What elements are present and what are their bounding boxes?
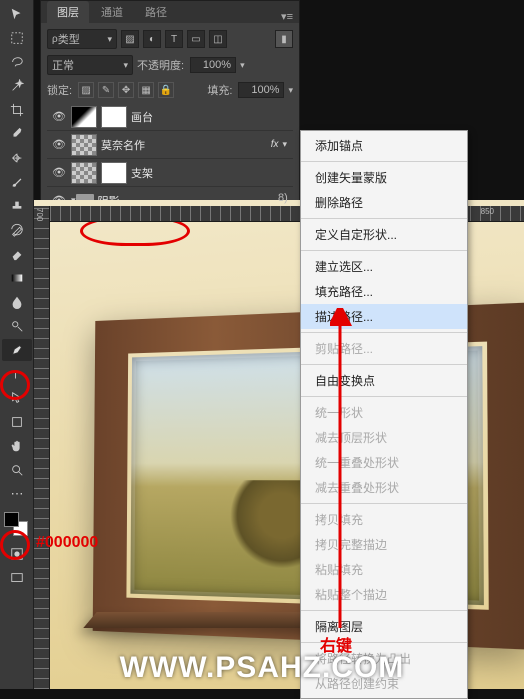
wand-tool[interactable] bbox=[2, 75, 32, 97]
ctx-create-vector-mask[interactable]: 创建矢量蒙版 bbox=[301, 165, 467, 190]
ctx-paste-stroke: 粘贴整个描边 bbox=[301, 582, 467, 607]
blend-mode-value: 正常 bbox=[52, 57, 74, 73]
ctx-sub-top-shape: 减去顶层形状 bbox=[301, 425, 467, 450]
shape-tool[interactable] bbox=[2, 411, 32, 433]
screen-mode[interactable] bbox=[2, 567, 32, 589]
layer-name: 支架 bbox=[131, 165, 287, 181]
layer-mask-thumb bbox=[101, 106, 127, 128]
fill-label: 填充: bbox=[207, 82, 232, 98]
ctx-copy-fill: 拷贝填充 bbox=[301, 507, 467, 532]
layer-row[interactable]: 👁 画台 bbox=[47, 103, 293, 131]
ruler-v-num: 700 bbox=[35, 208, 44, 221]
filter-pixel-icon[interactable]: ▨ bbox=[121, 30, 139, 48]
eyedropper-tool[interactable] bbox=[2, 123, 32, 145]
watermark: WWW.PSAHZ.COM bbox=[0, 651, 524, 685]
layer-thumb bbox=[71, 106, 97, 128]
visibility-icon[interactable]: 👁 bbox=[47, 138, 71, 151]
eraser-tool[interactable] bbox=[2, 243, 32, 265]
svg-text:T: T bbox=[13, 370, 19, 381]
blur-tool[interactable] bbox=[2, 291, 32, 313]
fx-expand-icon[interactable]: ▾ bbox=[282, 139, 287, 150]
ctx-unify-overlap: 统一重叠处形状 bbox=[301, 450, 467, 475]
hand-tool[interactable] bbox=[2, 435, 32, 457]
lock-pos-icon[interactable]: ✥ bbox=[118, 82, 134, 98]
brush-tool[interactable] bbox=[2, 171, 32, 193]
visibility-icon[interactable]: 👁 bbox=[47, 110, 71, 123]
stamp-tool[interactable] bbox=[2, 195, 32, 217]
tab-channels[interactable]: 通道 bbox=[91, 1, 133, 23]
history-brush-tool[interactable] bbox=[2, 219, 32, 241]
dodge-tool[interactable] bbox=[2, 315, 32, 337]
ctx-paste-fill: 粘贴填充 bbox=[301, 557, 467, 582]
lasso-tool[interactable] bbox=[2, 51, 32, 73]
ctx-fill-path[interactable]: 填充路径... bbox=[301, 279, 467, 304]
filter-adjust-icon[interactable]: ◐ bbox=[143, 30, 161, 48]
pen-tool[interactable] bbox=[2, 339, 32, 361]
ctx-free-transform[interactable]: 自由变换点 bbox=[301, 368, 467, 393]
tab-layers[interactable]: 图层 bbox=[47, 1, 89, 23]
zoom-tool[interactable] bbox=[2, 459, 32, 481]
anno-hex: #000000 bbox=[36, 534, 98, 552]
ctx-delete-path[interactable]: 删除路径 bbox=[301, 190, 467, 215]
ruler-vertical[interactable]: 700 bbox=[34, 206, 50, 689]
filter-text-icon[interactable]: T bbox=[165, 30, 183, 48]
ctx-clip-path: 剪贴路径... bbox=[301, 336, 467, 361]
layer-name: 画台 bbox=[131, 109, 287, 125]
layer-filter-type[interactable]: ρ 类型▾ bbox=[47, 29, 117, 49]
ctx-copy-stroke: 拷贝完整描边 bbox=[301, 532, 467, 557]
layer-mask-thumb bbox=[101, 162, 127, 184]
doc-tab-fragment: 8) bbox=[278, 192, 288, 204]
heal-tool[interactable] bbox=[2, 147, 32, 169]
move-tool[interactable] bbox=[2, 3, 32, 25]
marquee-tool[interactable] bbox=[2, 27, 32, 49]
lock-trans-icon[interactable]: ▨ bbox=[78, 82, 94, 98]
layer-row[interactable]: 👁 支架 bbox=[47, 159, 293, 187]
lock-artboard-icon[interactable]: ▦ bbox=[138, 82, 154, 98]
filter-toggle[interactable]: ▮ bbox=[275, 30, 293, 48]
ctx-sub-overlap: 减去重叠处形状 bbox=[301, 475, 467, 500]
quick-mask[interactable] bbox=[2, 543, 32, 565]
fill-input[interactable]: 100% bbox=[238, 82, 284, 98]
tool-palette: T ⋯ bbox=[0, 0, 34, 689]
visibility-icon[interactable]: 👁 bbox=[47, 166, 71, 179]
layer-row[interactable]: 👁 莫奈名作fx▾ bbox=[47, 131, 293, 159]
filter-label: 类型 bbox=[58, 31, 80, 47]
ruler-h-num: 850 bbox=[481, 207, 494, 216]
ctx-custom-shape[interactable]: 定义自定形状... bbox=[301, 222, 467, 247]
ctx-unify-shape: 统一形状 bbox=[301, 400, 467, 425]
lock-paint-icon[interactable]: ✎ bbox=[98, 82, 114, 98]
type-tool[interactable]: T bbox=[2, 363, 32, 385]
ctx-make-selection[interactable]: 建立选区... bbox=[301, 254, 467, 279]
filter-shape-icon[interactable]: ▭ bbox=[187, 30, 205, 48]
layer-thumb bbox=[71, 134, 97, 156]
color-swatch[interactable] bbox=[4, 512, 28, 536]
filter-smart-icon[interactable]: ◫ bbox=[209, 30, 227, 48]
layer-thumb bbox=[71, 162, 97, 184]
edit-toolbar[interactable]: ⋯ bbox=[2, 483, 32, 505]
fx-badge[interactable]: fx bbox=[271, 139, 279, 150]
crop-tool[interactable] bbox=[2, 99, 32, 121]
opacity-input[interactable]: 100% bbox=[190, 57, 236, 73]
lock-label: 锁定: bbox=[47, 82, 72, 98]
blend-mode-select[interactable]: 正常▾ bbox=[47, 55, 133, 75]
tab-paths[interactable]: 路径 bbox=[135, 1, 177, 23]
gradient-tool[interactable] bbox=[2, 267, 32, 289]
path-select-tool[interactable] bbox=[2, 387, 32, 409]
layer-name: 莫奈名作 bbox=[101, 137, 271, 153]
opacity-label: 不透明度: bbox=[137, 57, 184, 73]
context-menu: 添加锚点 创建矢量蒙版 删除路径 定义自定形状... 建立选区... 填充路径.… bbox=[300, 130, 468, 699]
ctx-stroke-path[interactable]: 描边路径... bbox=[301, 304, 467, 329]
panel-menu-icon[interactable]: ▾≡ bbox=[281, 10, 293, 23]
ctx-add-anchor[interactable]: 添加锚点 bbox=[301, 133, 467, 158]
lock-all-icon[interactable]: 🔒 bbox=[158, 82, 174, 98]
